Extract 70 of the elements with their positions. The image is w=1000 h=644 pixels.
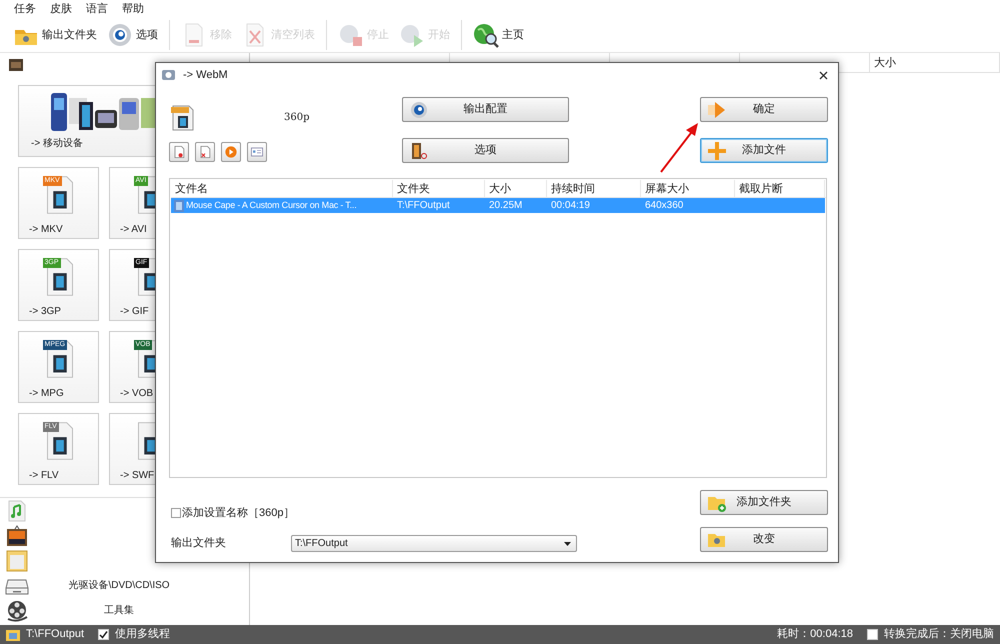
- column-header[interactable]: 持续时间: [547, 180, 641, 197]
- checkbox-label: 添加设置名称［360p］: [182, 506, 294, 521]
- dropdown-caret-icon: [564, 542, 571, 546]
- film-reel-icon: [5, 598, 29, 622]
- menu-item[interactable]: 任务: [14, 0, 36, 18]
- dialog-button[interactable]: 选项: [402, 138, 569, 163]
- output-path: T:\FFOutput: [26, 627, 84, 642]
- format-label: -> MPG: [29, 387, 64, 401]
- format-label: -> FLV: [29, 469, 59, 483]
- stop-icon: [338, 22, 364, 48]
- file-icon: [174, 200, 184, 212]
- dialog-button[interactable]: 确定: [700, 97, 828, 122]
- format-label: -> MKV: [29, 223, 63, 237]
- checkbox-label: 转换完成后：关闭电脑: [884, 626, 994, 642]
- format-label: -> 移动设备: [31, 137, 84, 151]
- format-label: -> 3GP: [29, 305, 61, 319]
- icon-button[interactable]: [195, 142, 215, 162]
- folder-dropdown[interactable]: T:\FFOutput: [291, 535, 577, 552]
- menu-item[interactable]: 帮助: [122, 0, 144, 18]
- toolbar-button[interactable]: 主页: [472, 20, 525, 50]
- film-scissors-icon: [409, 140, 429, 160]
- webm-file-icon: [169, 104, 195, 132]
- plus-icon: [707, 140, 727, 160]
- icon-button[interactable]: [247, 142, 267, 162]
- checkmark-icon: [99, 630, 108, 639]
- arrow-right-icon: [707, 100, 727, 120]
- toolbar-button[interactable]: 选项: [106, 20, 159, 50]
- preset-name: 360p: [284, 111, 310, 125]
- checkbox[interactable]: [98, 629, 110, 640]
- globe-search-icon: [473, 22, 499, 48]
- gear-icon: [409, 100, 429, 120]
- column-header[interactable]: 大小: [870, 53, 1000, 72]
- landscape-picture-icon[interactable]: [5, 524, 29, 548]
- format-label: -> AVI: [120, 223, 147, 237]
- table-cell-text: T:\FFOutput: [397, 199, 450, 213]
- column-header[interactable]: 截取片断: [735, 180, 825, 197]
- app-icon: [162, 69, 175, 81]
- gear-icon: [107, 22, 133, 48]
- table-cell-text: 640x360: [645, 199, 684, 213]
- checkbox-label: 使用多线程: [115, 627, 170, 642]
- dialog-title: -> WebM: [183, 68, 229, 83]
- menu-item[interactable]: 皮肤: [50, 0, 72, 18]
- column-header[interactable]: 文件名: [171, 180, 393, 197]
- close-icon[interactable]: [819, 70, 828, 80]
- category-item[interactable]: 光驱设备\DVD\CD\ISO: [0, 573, 249, 598]
- column-header[interactable]: 文件夹: [393, 180, 485, 197]
- icon-button[interactable]: [221, 142, 241, 162]
- column-header[interactable]: 大小: [485, 180, 547, 197]
- field-label: 输出文件夹: [170, 536, 227, 552]
- dialog-button[interactable]: 改变: [700, 527, 828, 552]
- format-label: -> SWF: [120, 469, 154, 483]
- play-icon: [399, 22, 425, 48]
- folder-icon: [6, 628, 20, 640]
- icon-button[interactable]: [169, 142, 189, 162]
- category-item[interactable]: 工具集: [0, 598, 249, 623]
- elapsed-time: 耗时：00:04:18: [777, 627, 853, 642]
- checkbox[interactable]: [171, 508, 181, 518]
- column-header[interactable]: 屏幕大小: [641, 180, 735, 197]
- dialog-button[interactable]: 添加文件夹: [700, 490, 828, 515]
- dialog-button[interactable]: 输出配置: [402, 97, 569, 122]
- annotation-arrow: [660, 123, 698, 173]
- menu-item[interactable]: 语言: [86, 0, 108, 18]
- format-label: -> VOB: [120, 387, 154, 401]
- format-label: -> GIF: [120, 305, 149, 319]
- table-cell-text: 00:04:19: [551, 199, 590, 213]
- toolbar-button[interactable]: 输出文件夹: [12, 20, 98, 50]
- checkbox[interactable]: [867, 629, 878, 640]
- play-icon: [223, 144, 239, 160]
- table-cell-text: 20.25M: [489, 199, 522, 213]
- dialog-button[interactable]: 添加文件: [700, 138, 828, 163]
